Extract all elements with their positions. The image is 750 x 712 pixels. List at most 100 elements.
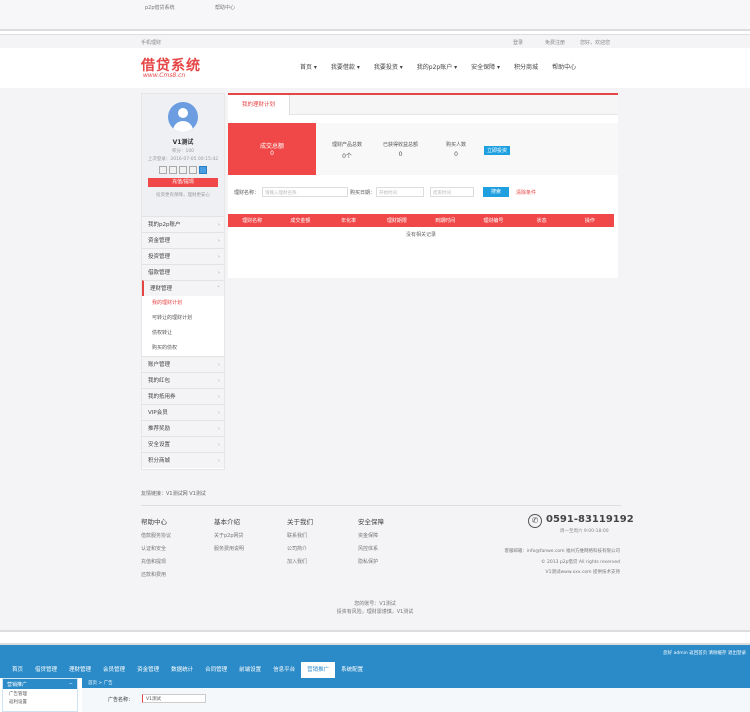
recharge-button[interactable]: 充值/提现 xyxy=(148,178,218,187)
top-bar: 手机理财 登录 免费注册 您好，欢迎您 xyxy=(0,34,750,48)
menu-item[interactable]: 我的抵用券 xyxy=(142,388,224,405)
col-header: 成交金额 xyxy=(290,218,311,224)
ad-name-input[interactable]: V1测试 xyxy=(142,694,206,703)
submenu-item[interactable]: 可转让的理财计划 xyxy=(142,311,224,326)
strip-link[interactable]: p2p借贷系统 xyxy=(145,4,175,11)
menu-item[interactable]: 资金管理 xyxy=(142,232,224,249)
admin-tab[interactable]: 前端设置 xyxy=(233,662,267,678)
collapse-icon[interactable]: − xyxy=(69,681,73,687)
stat: 理财产品总数 0个 xyxy=(332,141,362,160)
id-icon[interactable] xyxy=(159,166,167,174)
menu-item[interactable]: 积分商城 xyxy=(142,452,224,469)
admin-tab[interactable]: 借贷管理 xyxy=(29,662,63,678)
main-panel: 我的理财计划 成交总额 0 理财产品总数 0个 已获得收益总额 0 购买人数 0 立即投… xyxy=(228,93,618,278)
footer-col-title: 安全保障 xyxy=(358,518,384,526)
ad-name-label: 广告名称： xyxy=(108,697,134,703)
bottom-info: 您的账号：V1测试 投资有风险，理财需谨慎，V1测试 xyxy=(0,600,750,616)
col-header: 年化率 xyxy=(341,218,357,224)
menu-item[interactable]: 账户管理 xyxy=(142,356,224,373)
sidebar-note: 投资更有保障，理财更安心 xyxy=(156,193,210,198)
admin-left-item[interactable]: 返利设置 xyxy=(3,699,77,707)
admin-tab[interactable]: 首页 xyxy=(6,662,29,678)
footer-link[interactable]: 充值和提现 xyxy=(141,558,171,565)
menu-item[interactable]: 我的p2p账户 xyxy=(142,216,224,233)
menu-item[interactable]: VIP会员 xyxy=(142,404,224,421)
table-header: 理财名称 成交金额 年化率 理财期限 到期时间 理财编号 状态 操作 xyxy=(228,214,614,227)
strip-link[interactable]: 帮助中心 xyxy=(215,4,235,11)
copyright: © 2013 p2p借贷 All rights reserved xyxy=(541,560,620,565)
support: V1测试www.xxx.com 提供技术支持 xyxy=(545,570,620,575)
admin-tab[interactable]: 数据统计 xyxy=(165,662,199,678)
admin-tab[interactable]: 系统配置 xyxy=(335,662,369,678)
admin-tab-active[interactable]: 营销推广 xyxy=(301,662,336,678)
footer-link[interactable]: 风控体系 xyxy=(358,545,384,552)
risk-text: 投资有风险，理财需谨慎，V1测试 xyxy=(336,609,414,615)
tab-my-plans[interactable]: 我的理财计划 xyxy=(228,95,290,115)
nav-item[interactable]: 帮助中心 xyxy=(552,62,576,71)
footer-link[interactable]: 认证和安全 xyxy=(141,545,171,552)
footer-link[interactable]: 借款服务协议 xyxy=(141,532,171,539)
submenu-item[interactable]: 购买的债权 xyxy=(142,341,224,356)
footer-link[interactable]: 资金保障 xyxy=(358,532,384,539)
menu-item[interactable]: 安全设置 xyxy=(142,436,224,453)
admin-tab[interactable]: 信息平台 xyxy=(267,662,301,678)
admin-left-item[interactable]: 广告管理 xyxy=(3,689,77,699)
admin-tab[interactable]: 资金管理 xyxy=(131,662,165,678)
total-value: 0 xyxy=(270,150,274,157)
footer-link[interactable]: 还款和费用 xyxy=(141,571,171,578)
nav-item[interactable]: 我要借款 ▾ xyxy=(331,62,360,71)
admin-main: 首页 > 广告 广告名称： V1测试 xyxy=(82,678,750,712)
footer-link[interactable]: 关于p2p网贷 xyxy=(214,532,244,539)
email-icon[interactable] xyxy=(179,166,187,174)
nav-item[interactable]: 我要投资 ▾ xyxy=(374,62,403,71)
menu-item[interactable]: 推荐奖励 xyxy=(142,420,224,437)
col-header: 理财名称 xyxy=(242,218,263,224)
footer-link[interactable]: 加入我们 xyxy=(287,558,313,565)
filter-bar: 理财名称： 请输入理财名称 购买日期： 开始时间 结束时间 搜索 清除条件 xyxy=(234,187,614,199)
footer-link[interactable]: 服务费用说明 xyxy=(214,545,244,552)
submenu-item[interactable]: 债权转让 xyxy=(142,326,224,341)
nav-item[interactable]: 首页 ▾ xyxy=(300,62,317,71)
phone-icon: ✆ xyxy=(528,514,542,528)
footer-link[interactable]: 隐私保护 xyxy=(358,558,384,565)
login-link[interactable]: 登录 xyxy=(513,39,523,46)
invest-button[interactable]: 立即投资 xyxy=(484,146,511,155)
name-label: 理财名称： xyxy=(234,190,260,196)
nav-item[interactable]: 我的p2p账户 ▾ xyxy=(417,62,457,71)
admin-tab[interactable]: 理财管理 xyxy=(63,662,97,678)
doc-icon[interactable] xyxy=(189,166,197,174)
nav-item[interactable]: 积分商城 xyxy=(514,62,538,71)
service-hours: 周一至周六 9:00-18:00 xyxy=(560,529,609,534)
admin-tab[interactable]: 会员管理 xyxy=(97,662,131,678)
mobile-link[interactable]: 手机理财 xyxy=(141,39,161,46)
clear-link[interactable]: 清除条件 xyxy=(516,189,536,196)
end-date-input[interactable]: 结束时间 xyxy=(430,187,474,197)
menu-item[interactable]: 我的红包 xyxy=(142,372,224,389)
menu-item[interactable]: 借款管理 xyxy=(142,264,224,281)
logo-sub: www.Cms8.cn xyxy=(143,72,186,79)
menu-item-active[interactable]: 理财管理 xyxy=(142,280,224,297)
settings-icon[interactable] xyxy=(199,166,207,174)
email: 客服邮箱：info@fanwe.com 福州方维网络科技有限公司 xyxy=(504,549,620,554)
admin-left-header[interactable]: 营销推广 − xyxy=(3,679,77,689)
menu-item[interactable]: 投资管理 xyxy=(142,248,224,265)
submenu-item-active[interactable]: 我的理财计划 xyxy=(142,296,224,311)
stat: 购买人数 0 xyxy=(446,141,466,158)
nav-item[interactable]: 安全保障 ▾ xyxy=(471,62,500,71)
avatar[interactable] xyxy=(168,102,198,132)
footer-col-title: 基本介绍 xyxy=(214,518,240,526)
divider xyxy=(0,630,750,645)
profile: V1测试 积分：100 上次登录：2016-07-05 00:15:42 充值/… xyxy=(142,94,224,216)
footer-link[interactable]: 联系我们 xyxy=(287,532,313,539)
name-input[interactable]: 请输入理财名称 xyxy=(262,187,348,197)
admin-tab[interactable]: 合同管理 xyxy=(199,662,233,678)
footer-link[interactable]: 公司简介 xyxy=(287,545,313,552)
phone-icon[interactable] xyxy=(169,166,177,174)
search-button[interactable]: 搜索 xyxy=(483,187,509,197)
register-link[interactable]: 免费注册 xyxy=(545,39,565,46)
admin-user-links[interactable]: 您好 admin 返回首页 清除缓存 退出登录 xyxy=(663,650,746,656)
total-amount: 成交总额 0 xyxy=(228,123,316,175)
friend-links[interactable]: 友情链接：V1测试网 V1测试 xyxy=(141,490,206,497)
start-date-input[interactable]: 开始时间 xyxy=(376,187,424,197)
col-header: 理财期限 xyxy=(386,218,407,224)
